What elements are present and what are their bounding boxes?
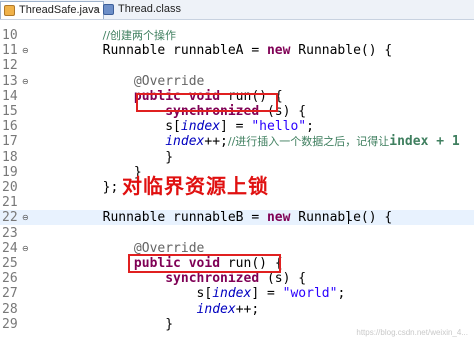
code-line[interactable]: 23 bbox=[0, 226, 474, 241]
line-number: 21 bbox=[2, 195, 18, 211]
token: ; bbox=[337, 286, 346, 302]
code-line[interactable]: 13 ⊖ @Override bbox=[0, 74, 474, 89]
code-text: } bbox=[40, 317, 173, 332]
token-cmt-b: index + 1 bbox=[389, 134, 460, 150]
token: }; bbox=[40, 180, 119, 195]
token: ] = bbox=[251, 286, 283, 302]
line-number: 13 bbox=[2, 73, 18, 89]
code-line[interactable]: 27 s[index] = "world"; bbox=[0, 286, 474, 301]
line-number: 20 bbox=[2, 180, 18, 195]
token-kw: new bbox=[266, 43, 291, 59]
line-number: 10 bbox=[2, 28, 18, 43]
code-line[interactable]: 10 //创建两个操作 bbox=[0, 28, 474, 43]
line-number: 15 bbox=[2, 104, 18, 119]
token-var: index bbox=[165, 134, 205, 150]
token: ++; bbox=[204, 134, 228, 150]
code-text: //创建两个操作 bbox=[40, 28, 176, 43]
token-str: "world" bbox=[282, 286, 338, 302]
tab-thread-class[interactable]: Thread.class bbox=[100, 1, 188, 18]
code-line[interactable]: 28 index++; bbox=[0, 302, 474, 317]
line-number: 22 bbox=[2, 210, 18, 226]
token-kw: new bbox=[266, 210, 291, 226]
token-var: index bbox=[196, 301, 236, 317]
code-text: s[index] = "hello"; bbox=[40, 119, 314, 134]
fold-toggle-icon[interactable]: ⊖ bbox=[22, 74, 29, 89]
code-text: }; bbox=[40, 180, 119, 195]
token-cmt: //创建两个操作 bbox=[102, 29, 177, 42]
code-line[interactable]: 26 synchronized (s) { bbox=[0, 271, 474, 286]
line-number: 24 bbox=[2, 240, 18, 256]
token: } bbox=[40, 149, 174, 165]
code-text: s[index] = "world"; bbox=[40, 286, 346, 302]
tab-threadsafe-java[interactable]: ThreadSafe.java × bbox=[0, 1, 104, 19]
tab-label: Thread.class bbox=[118, 3, 181, 15]
token: s[ bbox=[40, 286, 213, 302]
line-number: 29 bbox=[2, 316, 18, 332]
line-number: 25 bbox=[2, 256, 18, 271]
token-var: index bbox=[180, 119, 221, 135]
text-caret bbox=[348, 211, 349, 225]
line-number: 12 bbox=[2, 58, 18, 74]
code-line[interactable]: 11 ⊖ Runnable runnableA = new Runnable() … bbox=[0, 43, 474, 58]
class-file-icon bbox=[103, 4, 114, 15]
token: ++; bbox=[235, 301, 260, 317]
highlight-box-synchronized-b bbox=[128, 254, 281, 273]
token: s[ bbox=[40, 119, 181, 135]
highlight-box-synchronized-a bbox=[136, 93, 278, 112]
line-number: 26 bbox=[2, 271, 18, 287]
token: Runnable runnableA = bbox=[40, 43, 267, 59]
line-number: 14 bbox=[2, 88, 18, 104]
token: (s) { bbox=[259, 271, 307, 287]
token: Runnable() { bbox=[290, 43, 393, 59]
code-text: Runnable runnableB = new Runnable() { bbox=[40, 210, 393, 226]
code-line[interactable]: 12 bbox=[0, 58, 474, 73]
code-text: index++;//进行插入一个数据之后，记得让index + 1 bbox=[40, 134, 460, 149]
tab-label: ThreadSafe.java bbox=[19, 4, 100, 16]
token: } bbox=[40, 316, 174, 332]
token-cmt: //进行插入一个数据之后，记得让 bbox=[227, 135, 390, 149]
token: ] = bbox=[220, 119, 252, 135]
token: ; bbox=[306, 119, 314, 135]
line-number: 16 bbox=[2, 119, 18, 135]
token: Runnable runnableB = bbox=[40, 210, 267, 226]
annotation-text: 对临界资源上锁 bbox=[122, 174, 269, 198]
token-kw: synchronized bbox=[165, 271, 260, 287]
token: Runnable() { bbox=[290, 210, 393, 226]
code-line[interactable]: 22 ⊖ Runnable runnableB = new Runnable() … bbox=[0, 210, 474, 226]
code-text: synchronized (s) { bbox=[40, 271, 306, 286]
code-text: } bbox=[40, 150, 173, 165]
fold-toggle-icon[interactable]: ⊖ bbox=[22, 210, 29, 225]
line-number: 11 bbox=[2, 43, 18, 59]
line-number: 17 bbox=[2, 134, 18, 150]
close-tab-icon[interactable]: × bbox=[93, 2, 99, 19]
token-ann: @Override bbox=[133, 73, 205, 89]
code-text: Runnable runnableA = new Runnable() { bbox=[40, 43, 393, 59]
watermark: https://blog.csdn.net/weixin_4... bbox=[356, 328, 468, 337]
line-number: 27 bbox=[2, 286, 18, 302]
code-line[interactable]: 16 s[index] = "hello"; bbox=[0, 119, 474, 134]
code-text: index++; bbox=[40, 301, 260, 317]
code-line[interactable]: 18 } bbox=[0, 150, 474, 165]
fold-toggle-icon[interactable]: ⊖ bbox=[22, 241, 29, 256]
code-text: @Override bbox=[40, 74, 204, 89]
line-number: 18 bbox=[2, 149, 18, 165]
fold-toggle-icon[interactable]: ⊖ bbox=[22, 43, 29, 58]
line-number: 28 bbox=[2, 301, 18, 317]
token-var: index bbox=[212, 286, 252, 302]
editor-tab-bar: ThreadSafe.java × Thread.class bbox=[0, 0, 474, 20]
line-number: 23 bbox=[2, 225, 18, 241]
code-line[interactable]: 17 index++;//进行插入一个数据之后，记得让index + 1 bbox=[0, 134, 474, 149]
line-number: 19 bbox=[2, 164, 18, 180]
java-file-icon bbox=[4, 5, 15, 16]
token-str: "hello" bbox=[251, 119, 307, 135]
